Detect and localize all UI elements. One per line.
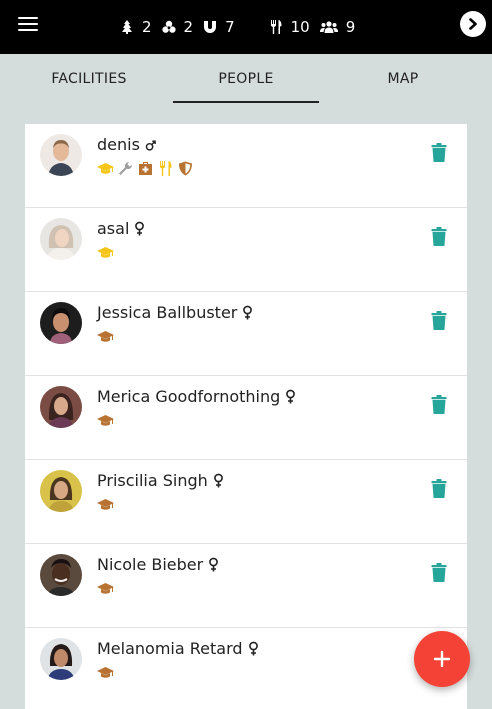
graduation-cap-icon [97, 329, 114, 344]
tab-map[interactable]: MAP [330, 54, 476, 104]
person-name-row: Priscilia Singh [97, 471, 224, 490]
person-name: Jessica Ballbuster [97, 303, 238, 322]
hazard-icon [161, 20, 176, 33]
add-person-button[interactable] [414, 631, 470, 687]
avatar [40, 470, 82, 512]
top-bar: 2 2 7 10 9 [0, 0, 492, 54]
trash-icon [431, 143, 447, 162]
person-name: Melanomia Retard [97, 639, 243, 658]
stat-people: 9 [319, 18, 366, 36]
person-name: denis [97, 135, 140, 154]
stat-hazard-value: 2 [183, 18, 194, 36]
person-row[interactable]: asal [25, 208, 467, 292]
stats-bar: 2 2 7 10 9 [120, 16, 365, 38]
plus-icon [433, 650, 451, 668]
person-name-row: denis [97, 135, 156, 154]
stat-food-value: 10 [290, 18, 310, 36]
graduation-cap-icon [97, 245, 114, 260]
avatar [40, 554, 82, 596]
graduation-cap-icon [97, 665, 114, 680]
role-icons [97, 328, 117, 344]
next-button[interactable] [460, 11, 486, 37]
stat-food: 10 [269, 18, 320, 36]
role-icons [97, 664, 117, 680]
trash-icon [431, 227, 447, 246]
person-name-row: Jessica Ballbuster [97, 303, 253, 322]
delete-button[interactable] [431, 563, 447, 582]
avatar [40, 218, 82, 260]
female-icon [134, 221, 145, 236]
delete-button[interactable] [431, 143, 447, 162]
person-row[interactable]: Melanomia Retard [25, 628, 467, 709]
person-name-row: Nicole Bieber [97, 555, 219, 574]
person-name-row: Merica Goodfornothing [97, 387, 296, 406]
person-row[interactable]: Nicole Bieber [25, 544, 467, 628]
trash-icon [431, 563, 447, 582]
tab-people[interactable]: PEOPLE [173, 54, 319, 104]
utensils-icon [270, 20, 282, 34]
avatar [40, 302, 82, 344]
delete-button[interactable] [431, 395, 447, 414]
magnet-icon [204, 21, 217, 33]
stat-hazard: 2 [161, 18, 204, 36]
role-icons [97, 580, 117, 596]
utensils-icon [157, 160, 174, 176]
hamburger-menu-icon[interactable] [18, 17, 38, 33]
avatar [40, 638, 82, 680]
person-row[interactable]: Merica Goodfornothing [25, 376, 467, 460]
stat-magnet: 7 [203, 18, 245, 36]
delete-button[interactable] [431, 311, 447, 330]
person-name-row: asal [97, 219, 145, 238]
person-name: Priscilia Singh [97, 471, 208, 490]
stat-people-value: 9 [345, 18, 356, 36]
graduation-cap-icon [97, 161, 114, 176]
chevron-right-icon [469, 18, 477, 30]
stat-magnet-value: 7 [225, 18, 235, 36]
graduation-cap-icon [97, 497, 114, 512]
tab-bar: FACILITIES PEOPLE MAP [0, 54, 492, 104]
wrench-icon [117, 161, 134, 176]
graduation-cap-icon [97, 581, 114, 596]
trash-icon [431, 395, 447, 414]
role-icons [97, 496, 117, 512]
graduation-cap-icon [97, 413, 114, 428]
people-icon [319, 21, 338, 33]
female-icon [208, 557, 219, 572]
person-row[interactable]: Jessica Ballbuster [25, 292, 467, 376]
person-row[interactable]: Priscilia Singh [25, 460, 467, 544]
medkit-icon [137, 161, 154, 176]
person-name: Merica Goodfornothing [97, 387, 281, 406]
avatar [40, 134, 82, 176]
people-list: denis asal Jessica Ballbuster Merica Goo… [25, 124, 467, 709]
female-icon [248, 641, 259, 656]
trash-icon [431, 479, 447, 498]
trash-icon [431, 311, 447, 330]
role-icons [97, 412, 117, 428]
female-icon [242, 305, 253, 320]
male-icon [145, 137, 156, 152]
person-name: asal [97, 219, 130, 238]
delete-button[interactable] [431, 227, 447, 246]
role-icons [97, 160, 197, 176]
person-name-row: Melanomia Retard [97, 639, 259, 658]
tab-facilities[interactable]: FACILITIES [0, 54, 178, 104]
shield-icon [177, 161, 194, 176]
avatar [40, 386, 82, 428]
person-name: Nicole Bieber [97, 555, 204, 574]
tree-icon [122, 20, 132, 34]
delete-button[interactable] [431, 479, 447, 498]
role-icons [97, 244, 117, 260]
stat-trees: 2 [120, 18, 162, 36]
female-icon [213, 473, 224, 488]
stat-trees-value: 2 [142, 18, 152, 36]
female-icon [285, 389, 296, 404]
person-row[interactable]: denis [25, 124, 467, 208]
